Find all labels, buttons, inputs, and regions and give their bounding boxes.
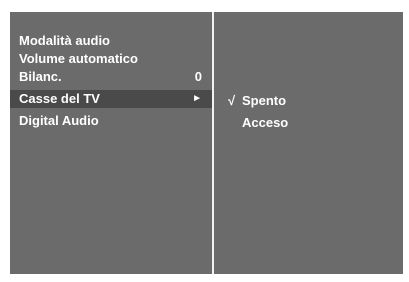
submenu-arrow-icon: ► <box>192 93 202 104</box>
casse-del-tv-submenu: √ Spento Acceso <box>214 12 403 274</box>
option-acceso[interactable]: Acceso <box>228 114 398 132</box>
option-spento[interactable]: √ Spento <box>228 92 398 110</box>
menu-item-label: Bilanc. <box>19 69 62 84</box>
balance-value: 0 <box>194 69 202 84</box>
menu-item-modalita-audio[interactable]: Modalità audio <box>10 32 212 50</box>
menu-item-volume-automatico[interactable]: Volume automatico <box>10 50 212 68</box>
menu-item-label: Volume automatico <box>19 51 138 66</box>
audio-menu-list: Modalità audio Volume automatico Bilanc.… <box>10 12 212 274</box>
menu-item-bilanc[interactable]: Bilanc. 0 <box>10 68 212 86</box>
menu-item-digital-audio[interactable]: Digital Audio <box>10 112 212 130</box>
option-label: Spento <box>242 93 287 108</box>
tv-osd-audio-menu: Modalità audio Volume automatico Bilanc.… <box>10 12 403 274</box>
menu-item-label: Casse del TV <box>19 91 100 106</box>
check-mark-icon: √ <box>228 93 236 108</box>
menu-item-label: Modalità audio <box>19 33 110 48</box>
menu-item-casse-del-tv[interactable]: Casse del TV ► <box>10 90 212 108</box>
menu-item-label: Digital Audio <box>19 113 99 128</box>
option-label: Acceso <box>242 115 289 130</box>
